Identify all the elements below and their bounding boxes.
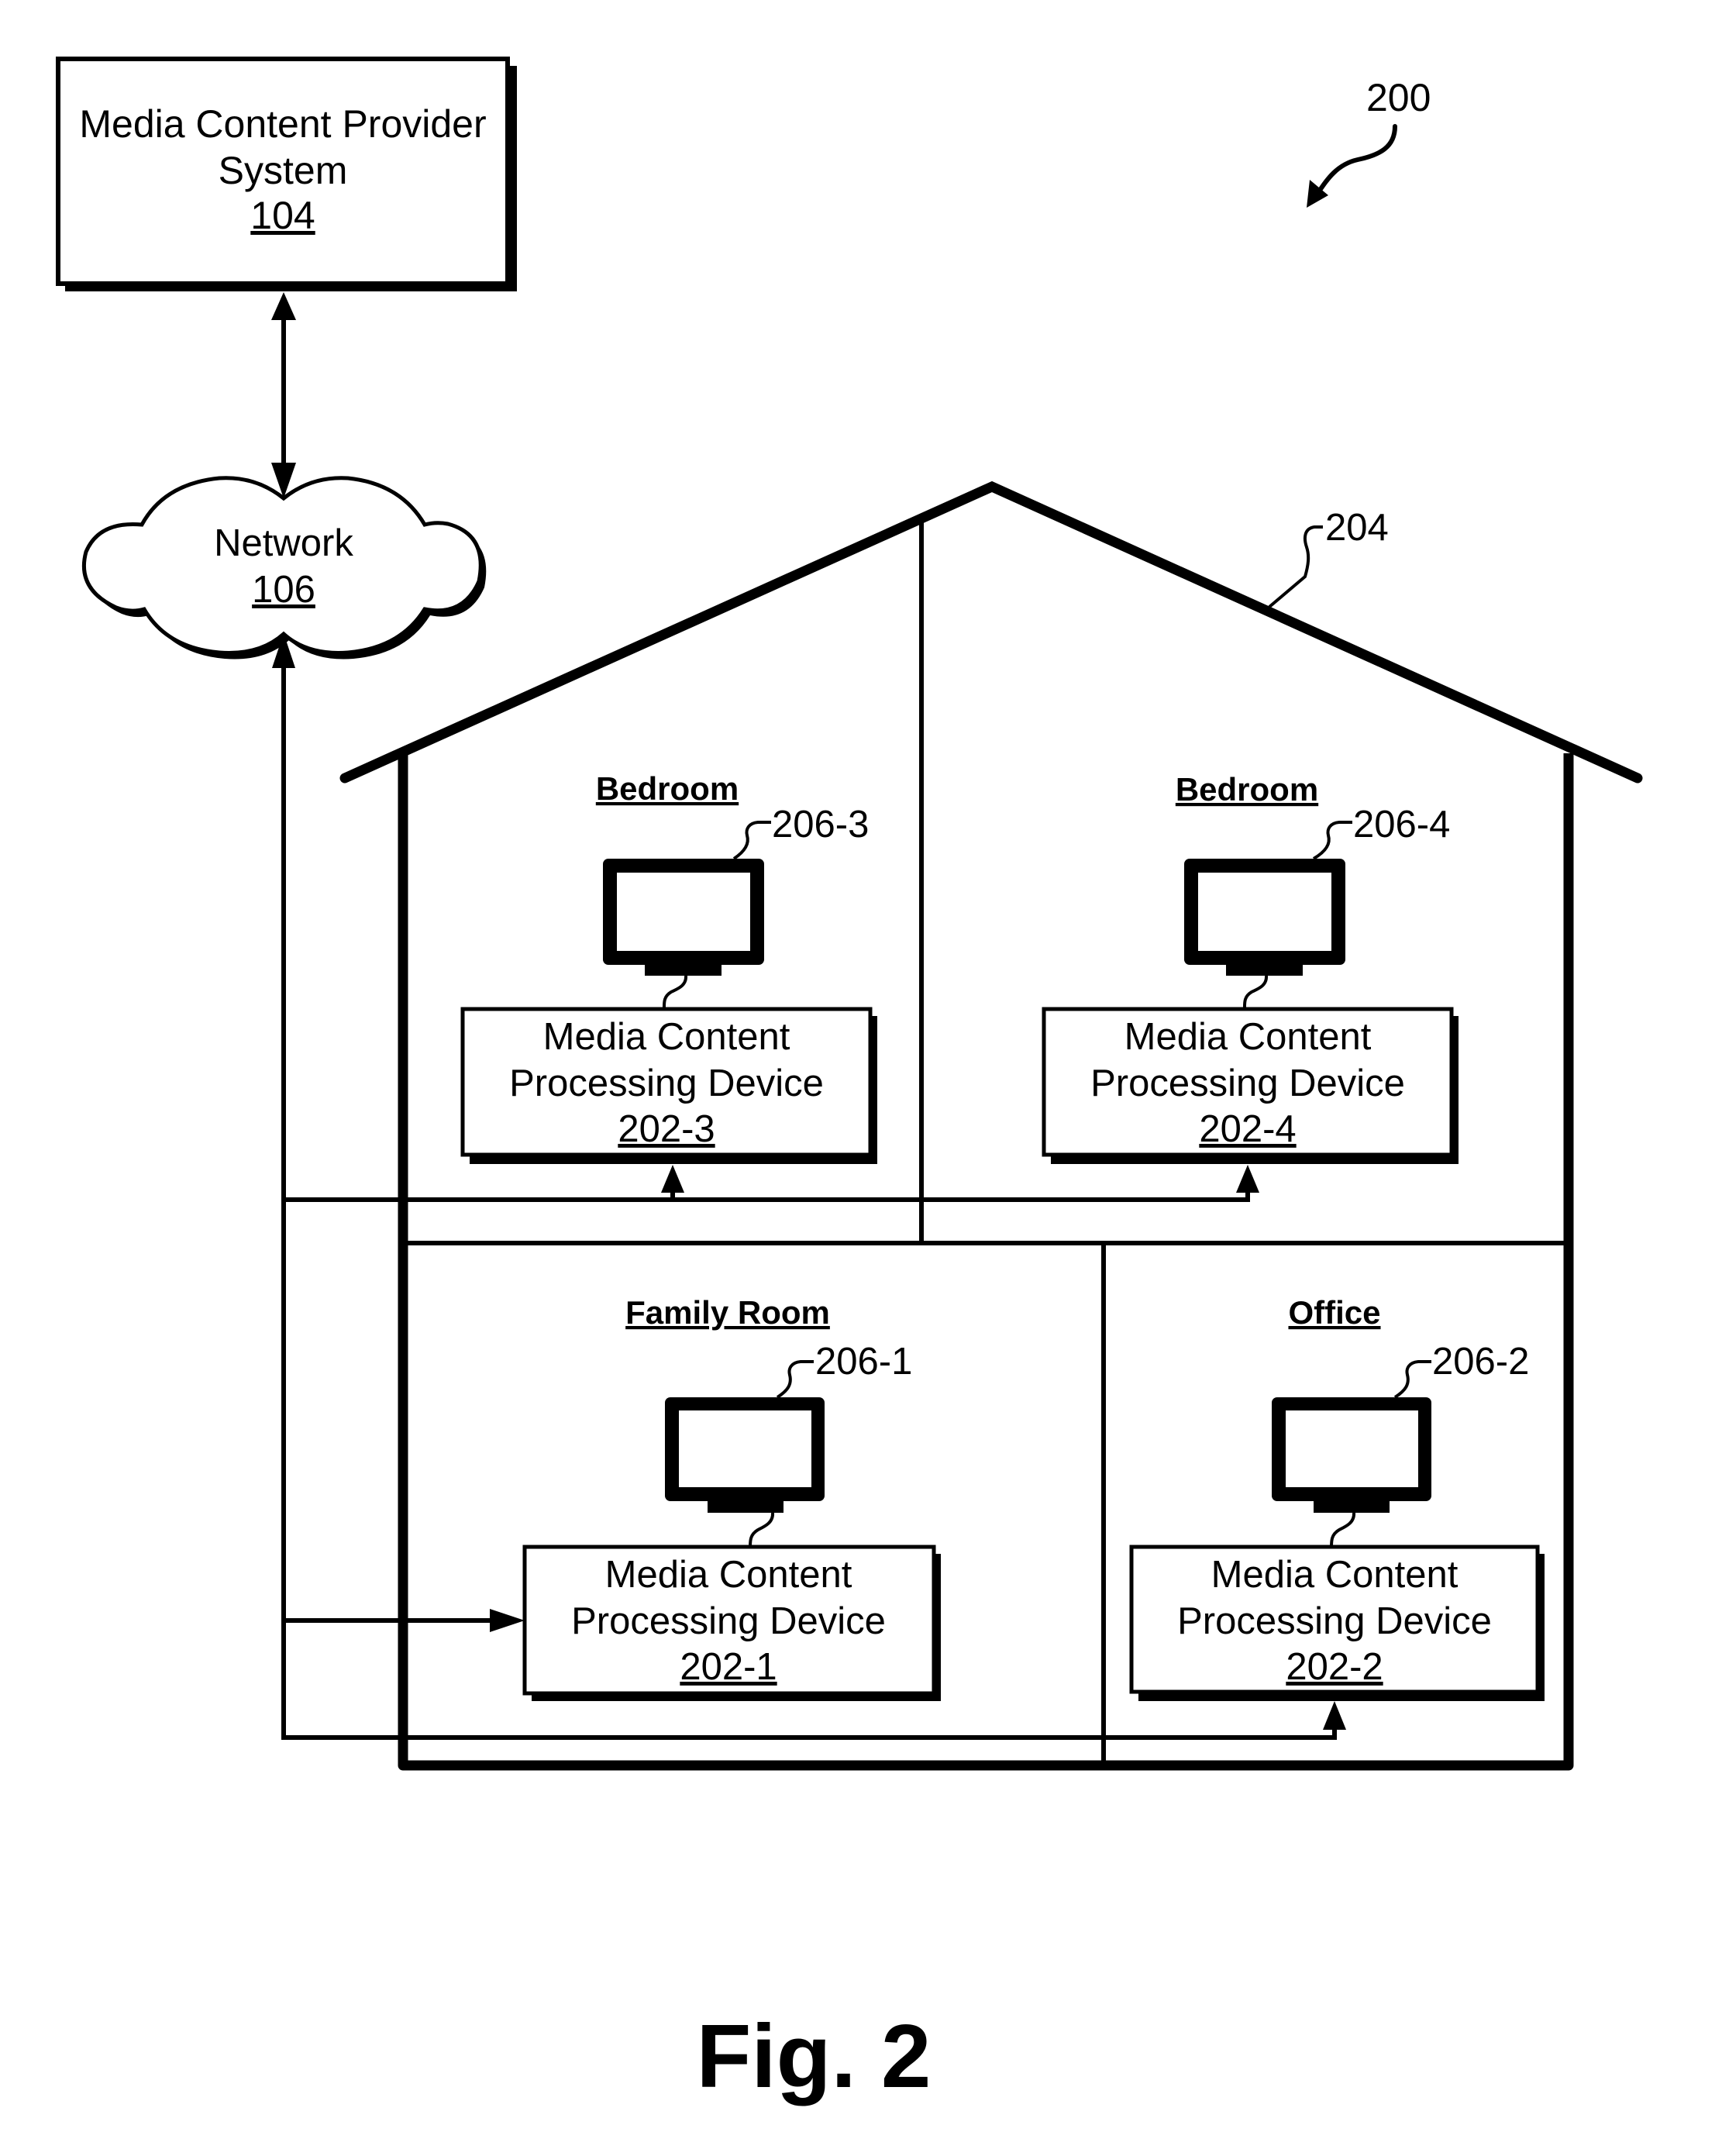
tv-screen bbox=[617, 873, 750, 951]
network-cloud: Network 106 bbox=[81, 476, 487, 660]
display-ref-leader bbox=[1312, 821, 1352, 860]
figure-ref-number: 200 bbox=[1366, 76, 1431, 119]
arrowhead-to-202-2 bbox=[1323, 1701, 1346, 1730]
room-bedroom-upper-right: Bedroom 206-4 Media Content Processing D… bbox=[1042, 771, 1459, 1164]
tv-stand bbox=[1314, 1500, 1390, 1513]
feed-upstairs bbox=[281, 1190, 1250, 1202]
room-family-room: Family Room 206-1 Media Content Processi… bbox=[522, 1294, 941, 1701]
device-ref-number: 202-1 bbox=[680, 1646, 777, 1688]
display-ref-leader bbox=[1393, 1360, 1431, 1399]
device-label-line1: Media Content bbox=[1211, 1554, 1459, 1596]
tv-screen bbox=[679, 1410, 811, 1487]
device-label-line2: Processing Device bbox=[1090, 1063, 1405, 1104]
tv-cable bbox=[662, 975, 688, 1010]
television-icon bbox=[1272, 1397, 1431, 1513]
room-title: Family Room bbox=[625, 1294, 830, 1331]
device-box-202-3: Media Content Processing Device 202-3 bbox=[460, 1007, 877, 1164]
device-box-202-4: Media Content Processing Device 202-4 bbox=[1042, 1007, 1459, 1164]
tv-stand bbox=[708, 1500, 784, 1513]
house-ref-leader bbox=[1268, 525, 1323, 608]
patent-figure: 200 Media Content Provider System 104 Ne… bbox=[56, 57, 1643, 2106]
arrowhead-to-202-3 bbox=[661, 1165, 684, 1193]
device-label-line1: Media Content bbox=[543, 1016, 790, 1058]
device-box-202-1: Media Content Processing Device 202-1 bbox=[522, 1545, 941, 1701]
display-ref-number: 206-4 bbox=[1353, 804, 1450, 846]
room-title: Bedroom bbox=[596, 770, 739, 807]
arrowhead-to-202-4 bbox=[1236, 1165, 1259, 1193]
tv-stand bbox=[645, 964, 722, 976]
device-label-line2: Processing Device bbox=[571, 1600, 886, 1642]
network-ref-number: 106 bbox=[252, 569, 315, 611]
figure-ref-leader-arrow bbox=[1315, 124, 1397, 196]
device-label-line1: Media Content bbox=[1124, 1016, 1372, 1058]
room-bedroom-upper-left: Bedroom 206-3 Media Content Processing D… bbox=[460, 770, 877, 1164]
house-ref-number: 204 bbox=[1325, 507, 1389, 549]
device-ref-number: 202-3 bbox=[618, 1108, 715, 1150]
room-title: Bedroom bbox=[1176, 771, 1318, 808]
tv-cable bbox=[749, 1512, 775, 1548]
network-label: Network bbox=[214, 522, 353, 564]
tv-screen bbox=[1198, 873, 1331, 951]
room-office: Office 206-2 Media Content Processing De… bbox=[1129, 1294, 1545, 1701]
device-ref-number: 202-2 bbox=[1286, 1646, 1383, 1688]
provider-ref-number: 104 bbox=[250, 194, 315, 237]
television-icon bbox=[1184, 859, 1345, 976]
room-title: Office bbox=[1288, 1294, 1380, 1331]
tv-stand bbox=[1226, 964, 1303, 976]
provider-label-line1: Media Content Provider bbox=[79, 102, 486, 146]
display-ref-leader bbox=[776, 1360, 814, 1399]
display-ref-number: 206-2 bbox=[1432, 1341, 1529, 1383]
device-label-line1: Media Content bbox=[605, 1554, 852, 1596]
tv-cable bbox=[1330, 1512, 1356, 1548]
device-label-line2: Processing Device bbox=[1177, 1600, 1492, 1642]
device-box-202-2: Media Content Processing Device 202-2 bbox=[1129, 1545, 1545, 1701]
house-roof bbox=[339, 480, 1643, 784]
provider-system-box: Media Content Provider System 104 bbox=[56, 57, 517, 291]
device-label-line2: Processing Device bbox=[509, 1063, 824, 1104]
tv-screen bbox=[1286, 1410, 1418, 1487]
provider-network-link bbox=[271, 292, 296, 498]
display-ref-leader bbox=[732, 821, 771, 860]
display-ref-number: 206-3 bbox=[772, 804, 869, 846]
display-ref-number: 206-1 bbox=[815, 1341, 912, 1383]
up-arrowhead bbox=[271, 292, 296, 320]
figure-caption: Fig. 2 bbox=[697, 2006, 932, 2106]
television-icon bbox=[603, 859, 764, 976]
arrowhead-to-202-1 bbox=[490, 1609, 525, 1632]
figure-reference: 200 bbox=[1307, 76, 1431, 208]
feed-to-202-2 bbox=[281, 1727, 1337, 1740]
tv-cable bbox=[1242, 975, 1269, 1010]
device-ref-number: 202-4 bbox=[1199, 1108, 1296, 1150]
provider-label-line2: System bbox=[219, 149, 348, 192]
television-icon bbox=[665, 1397, 825, 1513]
